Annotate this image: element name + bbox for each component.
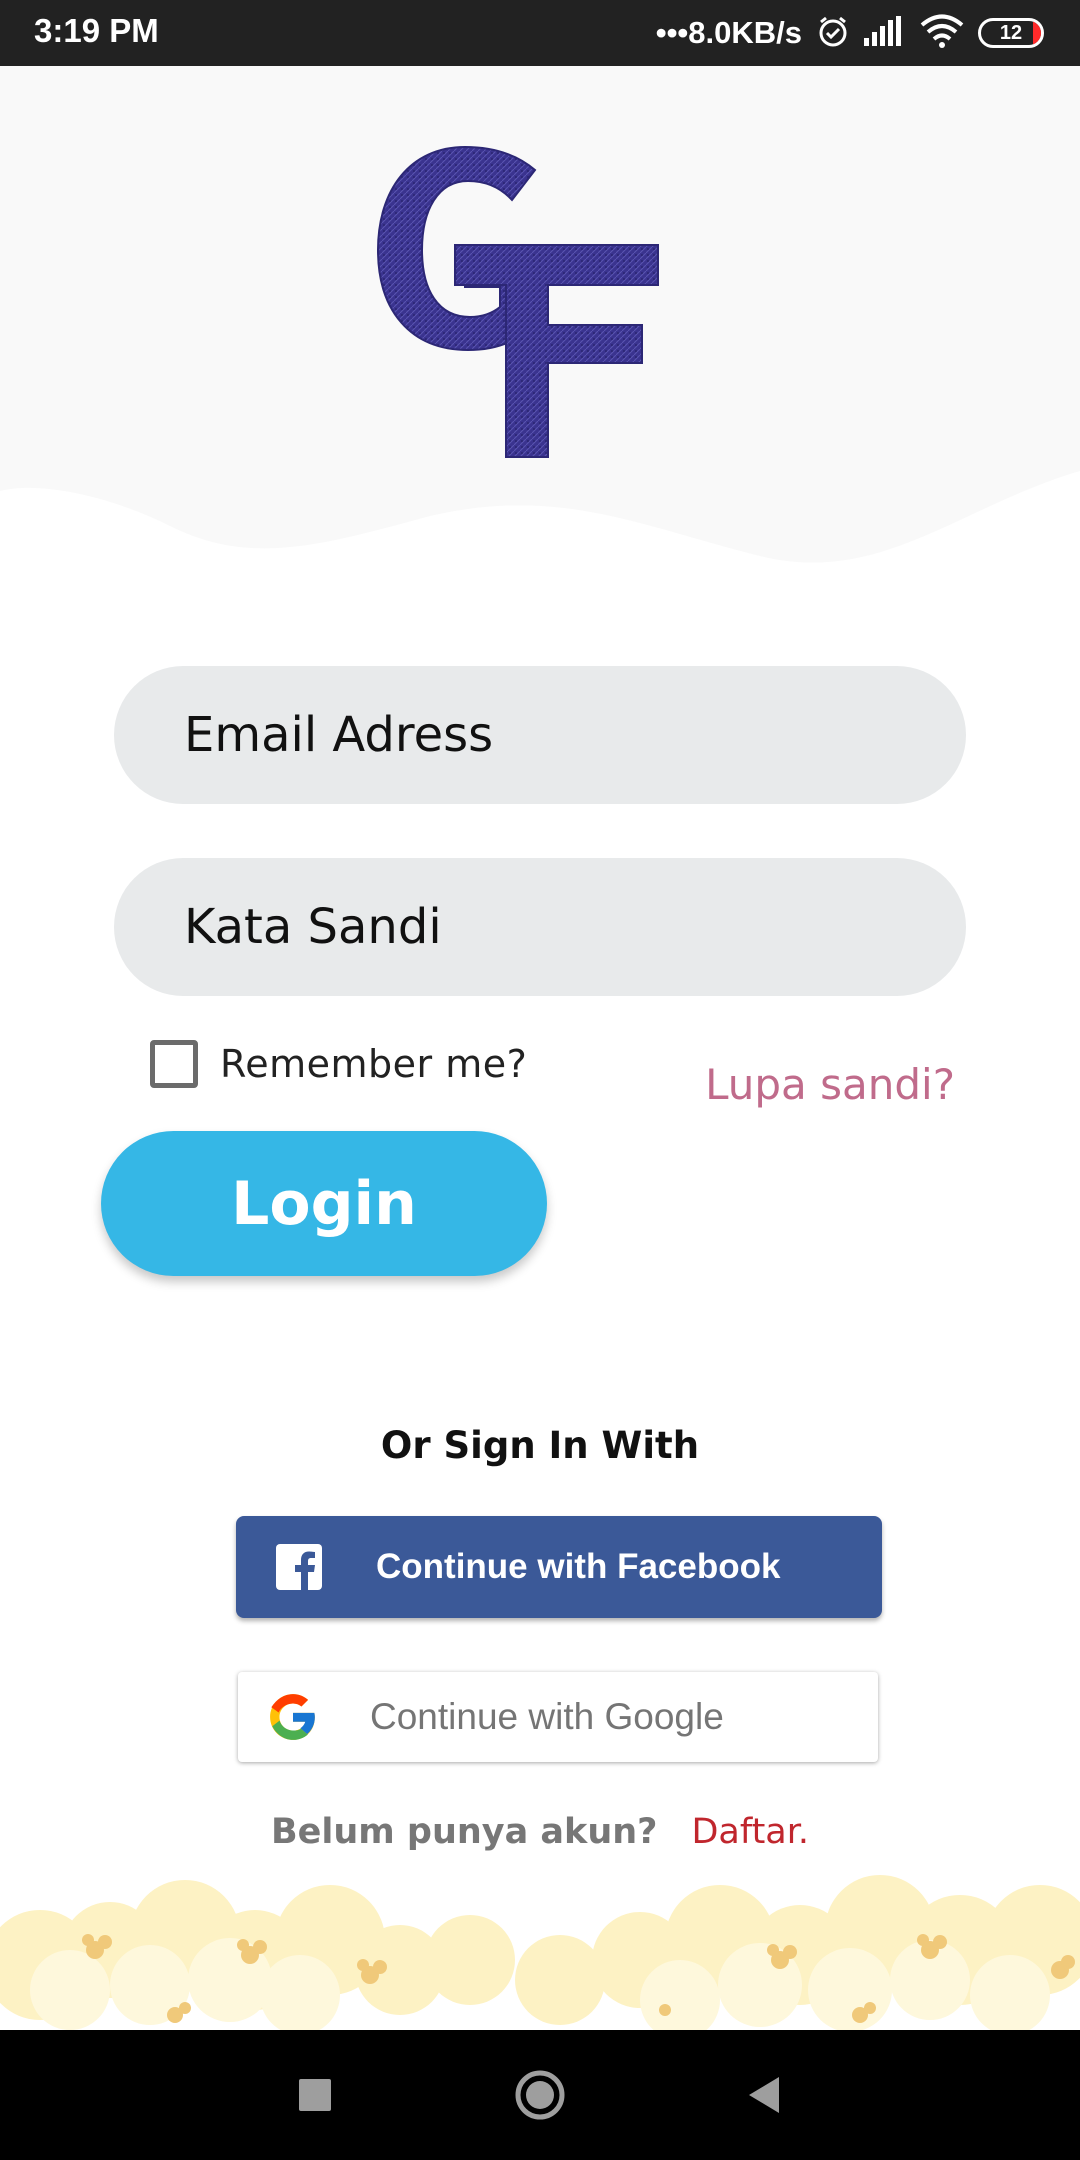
gf-logo	[376, 145, 659, 458]
login-button[interactable]: Login	[101, 1131, 547, 1276]
google-button[interactable]: Continue with Google	[238, 1672, 878, 1762]
email-field[interactable]	[114, 666, 966, 804]
facebook-icon	[276, 1544, 322, 1590]
signal-icon	[864, 15, 906, 51]
google-icon	[270, 1694, 315, 1740]
signup-row: Belum punya akun? Daftar.	[0, 1812, 1080, 1852]
wifi-icon	[920, 14, 964, 53]
recent-apps-icon[interactable]	[285, 2065, 345, 2125]
remember-checkbox[interactable]	[150, 1040, 198, 1088]
navigation-bar	[0, 2030, 1080, 2160]
status-bar: 3:19 PM •••8.0KB/s 12	[0, 0, 1080, 66]
home-icon[interactable]	[510, 2065, 570, 2125]
google-label: Continue with Google	[370, 1696, 724, 1737]
signup-question: Belum punya akun?	[270, 1812, 658, 1852]
network-speed: •••8.0KB/s	[655, 15, 802, 50]
forgot-password-link[interactable]: Lupa sandi?	[705, 1060, 955, 1109]
back-icon[interactable]	[735, 2065, 795, 2125]
facebook-button[interactable]: Continue with Facebook	[236, 1516, 882, 1618]
status-time: 3:19 PM	[34, 12, 159, 49]
password-field[interactable]	[114, 858, 966, 996]
status-icons: •••8.0KB/s 12	[656, 12, 1044, 54]
remember-label: Remember me?	[220, 1042, 528, 1086]
social-heading: Or Sign In With	[380, 1424, 700, 1467]
signup-link[interactable]: Daftar.	[691, 1812, 809, 1852]
remember-me[interactable]: Remember me?	[150, 1040, 527, 1088]
battery-level: 12	[999, 21, 1023, 44]
battery-icon: 12	[978, 18, 1044, 48]
popcorn-decoration	[0, 1875, 1080, 2030]
facebook-label: Continue with Facebook	[376, 1547, 781, 1586]
alarm-icon	[816, 14, 850, 53]
